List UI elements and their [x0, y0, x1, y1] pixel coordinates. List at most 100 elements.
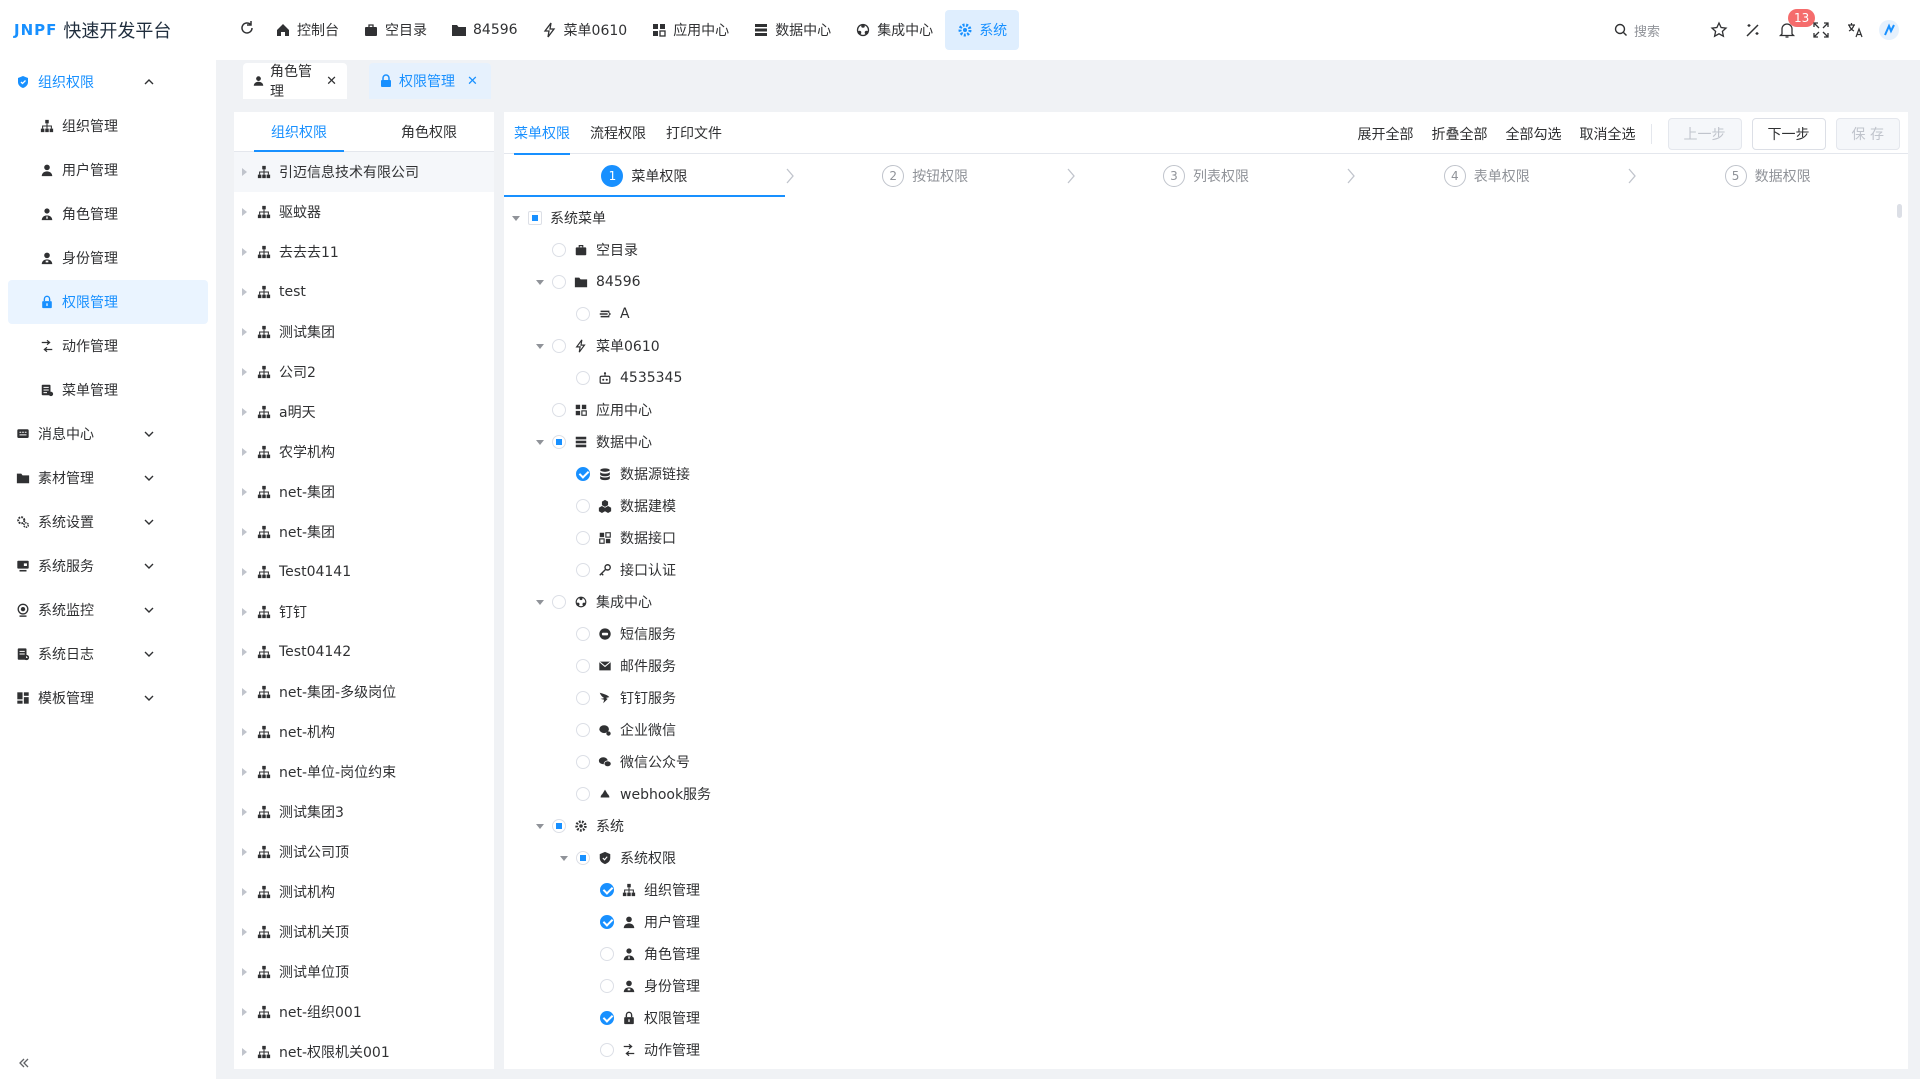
- sidebar-item[interactable]: 角色管理: [0, 192, 216, 236]
- tree-checkbox[interactable]: [576, 467, 590, 481]
- tree-checkbox[interactable]: [600, 979, 614, 993]
- sidebar-group[interactable]: 消息中心: [0, 412, 216, 456]
- expand-caret-icon[interactable]: [242, 1048, 247, 1056]
- org-tree-node[interactable]: 钉钉: [234, 592, 494, 632]
- tree-node[interactable]: 邮件服务: [560, 653, 676, 679]
- caret-down-icon[interactable]: [536, 823, 544, 829]
- tree-node[interactable]: 系统: [536, 813, 624, 839]
- expand-caret-icon[interactable]: [242, 448, 247, 456]
- search-box[interactable]: 搜索: [1606, 15, 1686, 45]
- sidebar-item[interactable]: 菜单管理: [0, 368, 216, 412]
- sidebar-item[interactable]: 权限管理: [8, 280, 208, 324]
- expand-caret-icon[interactable]: [242, 1008, 247, 1016]
- expand-caret-icon[interactable]: [242, 808, 247, 816]
- fullscreen-icon[interactable]: [1804, 13, 1838, 47]
- tree-node[interactable]: 菜单0610: [536, 333, 660, 359]
- org-tree-node[interactable]: 测试单位顶: [234, 952, 494, 992]
- caret-down-icon[interactable]: [536, 279, 544, 285]
- expand-caret-icon[interactable]: [242, 408, 247, 416]
- tree-node[interactable]: 企业微信: [560, 717, 676, 743]
- expand-caret-icon[interactable]: [242, 608, 247, 616]
- expand-caret-icon[interactable]: [242, 848, 247, 856]
- tree-node[interactable]: 接口认证: [560, 557, 676, 583]
- sidebar-group[interactable]: 系统监控: [0, 588, 216, 632]
- expand-caret-icon[interactable]: [242, 768, 247, 776]
- org-tree-node[interactable]: net-集团: [234, 472, 494, 512]
- scrollbar[interactable]: [1897, 204, 1902, 218]
- tree-node[interactable]: 短信服务: [560, 621, 676, 647]
- tree-checkbox[interactable]: [576, 659, 590, 673]
- expand-caret-icon[interactable]: [242, 488, 247, 496]
- tree-node[interactable]: 系统权限: [560, 845, 676, 871]
- step-item[interactable]: 3 列表权限: [1066, 155, 1356, 197]
- org-tree-node[interactable]: 测试集团3: [234, 792, 494, 832]
- expand-caret-icon[interactable]: [242, 368, 247, 376]
- uncheck-all-button[interactable]: 取消全选: [1571, 124, 1645, 144]
- tree-node[interactable]: 微信公众号: [560, 749, 690, 775]
- expand-caret-icon[interactable]: [242, 248, 247, 256]
- tab-role-permission[interactable]: 角色权限: [364, 112, 494, 151]
- sidebar-group[interactable]: 素材管理: [0, 456, 216, 500]
- step-item[interactable]: 1 菜单权限: [504, 155, 794, 197]
- avatar[interactable]: [1872, 13, 1906, 47]
- tab-print-file[interactable]: 打印文件: [656, 112, 732, 154]
- org-tree-node[interactable]: 测试机构: [234, 872, 494, 912]
- org-tree-node[interactable]: net-组织001: [234, 992, 494, 1032]
- tree-checkbox[interactable]: [576, 691, 590, 705]
- tree-checkbox[interactable]: [576, 755, 590, 769]
- tree-node[interactable]: 应用中心: [536, 397, 652, 423]
- org-tree-node[interactable]: 测试公司顶: [234, 832, 494, 872]
- expand-caret-icon[interactable]: [242, 888, 247, 896]
- tree-node[interactable]: 钉钉服务: [560, 685, 676, 711]
- top-nav-item[interactable]: 集成中心: [843, 10, 945, 50]
- org-tree-node[interactable]: 引迈信息技术有限公司: [234, 152, 494, 192]
- caret-down-icon[interactable]: [536, 599, 544, 605]
- tag-role-management[interactable]: 角色管理 ✕: [243, 63, 347, 100]
- tree-node[interactable]: 系统菜单: [512, 205, 606, 231]
- expand-caret-icon[interactable]: [242, 688, 247, 696]
- tag-permission-management[interactable]: 权限管理 ✕: [369, 63, 491, 99]
- tree-checkbox[interactable]: [552, 339, 566, 353]
- tree-checkbox[interactable]: [600, 915, 614, 929]
- org-tree-node[interactable]: Test04142: [234, 632, 494, 672]
- org-tree-node[interactable]: 公司2: [234, 352, 494, 392]
- sidebar-item[interactable]: 动作管理: [0, 324, 216, 368]
- sidebar-group[interactable]: 系统日志: [0, 632, 216, 676]
- tree-node[interactable]: 权限管理: [584, 1005, 700, 1031]
- expand-caret-icon[interactable]: [242, 208, 247, 216]
- expand-caret-icon[interactable]: [242, 968, 247, 976]
- expand-all-button[interactable]: 展开全部: [1349, 124, 1423, 144]
- caret-down-icon[interactable]: [512, 215, 520, 221]
- org-tree-node[interactable]: 农学机构: [234, 432, 494, 472]
- expand-caret-icon[interactable]: [242, 168, 247, 176]
- tree-checkbox[interactable]: [576, 531, 590, 545]
- tree-checkbox[interactable]: [576, 627, 590, 641]
- top-nav-item[interactable]: 菜单0610: [530, 10, 640, 50]
- next-step-button[interactable]: 下一步: [1751, 118, 1826, 150]
- tree-node[interactable]: 角色管理: [584, 941, 700, 967]
- org-tree-node[interactable]: net-权限机关001: [234, 1032, 494, 1069]
- tree-node[interactable]: 数据接口: [560, 525, 676, 551]
- tree-checkbox[interactable]: [576, 499, 590, 513]
- top-nav-item[interactable]: 空目录: [351, 10, 439, 50]
- prev-step-button[interactable]: 上一步: [1667, 118, 1742, 150]
- top-nav-item[interactable]: 84596: [439, 10, 530, 50]
- tab-menu-permission[interactable]: 菜单权限: [504, 112, 580, 155]
- tree-node[interactable]: 4535345: [560, 365, 682, 391]
- tree-node[interactable]: 数据中心: [536, 429, 652, 455]
- tree-checkbox[interactable]: [576, 563, 590, 577]
- app-logo[interactable]: JNPF 快速开发平台: [0, 0, 215, 60]
- refresh-icon[interactable]: [239, 20, 255, 36]
- tree-checkbox[interactable]: [600, 947, 614, 961]
- sidebar-item[interactable]: 组织管理: [0, 104, 216, 148]
- top-nav-item[interactable]: 控制台: [263, 10, 351, 50]
- tree-checkbox[interactable]: [552, 243, 566, 257]
- tree-node[interactable]: 84596: [536, 269, 641, 295]
- org-tree-node[interactable]: net-机构: [234, 712, 494, 752]
- tree-node[interactable]: A: [560, 301, 630, 327]
- step-item[interactable]: 5 数据权限: [1627, 155, 1908, 197]
- org-tree-node[interactable]: net-集团: [234, 512, 494, 552]
- tree-checkbox[interactable]: [552, 403, 566, 417]
- tree-checkbox[interactable]: [600, 1043, 614, 1057]
- expand-caret-icon[interactable]: [242, 928, 247, 936]
